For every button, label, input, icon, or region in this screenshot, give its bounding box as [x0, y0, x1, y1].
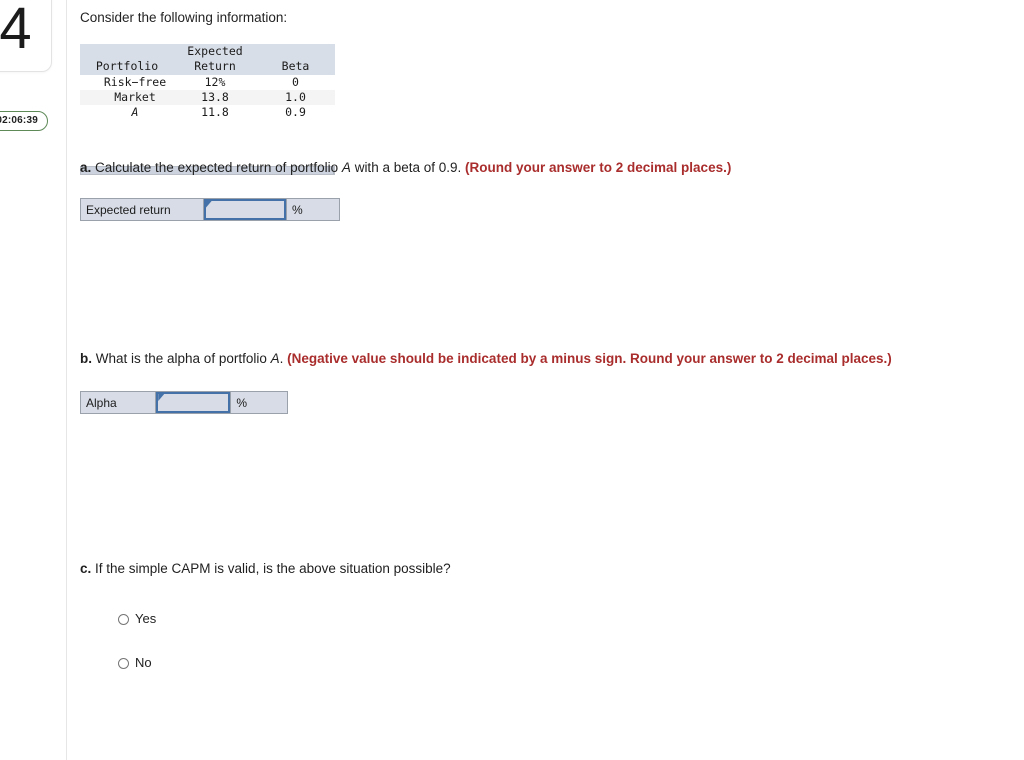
countdown-timer-badge: 02:06:39 [0, 111, 48, 131]
answer-unit-expected-return: % [286, 199, 339, 220]
question-c-text: c. If the simple CAPM is valid, is the a… [80, 559, 960, 578]
cell-expected-return: 11.8 [201, 105, 229, 119]
answer-widget-expected-return: Expected return % [80, 198, 340, 221]
column-header-beta: Beta [256, 44, 335, 75]
answer-label-alpha: Alpha [81, 392, 157, 413]
question-number-card: 4 [0, 0, 52, 72]
question-block-b: b. What is the alpha of portfolio A. (Ne… [80, 349, 960, 414]
cell-expected-return: 13.8 [174, 90, 256, 105]
column-header-beta-line2: Beta [281, 59, 310, 73]
expected-return-input[interactable] [203, 199, 286, 220]
question-number: 4 [0, 0, 32, 61]
answer-input-cell-expected-return[interactable] [203, 199, 287, 220]
radio-label-no[interactable]: No [135, 655, 152, 671]
answer-label-expected-return: Expected return [81, 199, 204, 220]
cell-beta: 0.9 [285, 105, 306, 119]
question-a-text-after: with a beta of 0.9. [350, 160, 466, 175]
question-b-text-after: . [279, 351, 288, 366]
cell-portfolio: A [131, 105, 139, 119]
cell-portfolio: Market [80, 90, 174, 105]
information-table-header-row: Portfolio Expected Return Beta [80, 44, 335, 75]
cell-expected-return: 12% [204, 75, 226, 89]
cell-portfolio: Risk−free [103, 75, 167, 89]
alpha-input[interactable] [156, 392, 231, 413]
question-block-c: c. If the simple CAPM is valid, is the a… [80, 559, 960, 670]
question-b-text-before: What is the alpha of portfolio [92, 351, 271, 366]
radio-option-no[interactable]: No [118, 655, 152, 671]
intro-text: Consider the following information: [80, 10, 288, 25]
question-b-text: b. What is the alpha of portfolio A. (Ne… [80, 349, 948, 368]
radio-option-yes[interactable]: Yes [118, 611, 156, 627]
question-a-italic-token: A [341, 160, 351, 175]
cell-beta: 0 [292, 75, 299, 89]
information-table-container: Portfolio Expected Return Beta Risk−free… [80, 44, 335, 175]
column-header-expected-return-line1: Expected [187, 44, 243, 58]
radio-input-yes[interactable] [118, 613, 129, 625]
question-a-label: a. [80, 160, 92, 175]
question-a-text: a. Calculate the expected return of port… [80, 158, 960, 177]
table-row: Market 13.8 1.0 [80, 90, 335, 105]
information-table-body: Risk−free 12% 0 Market 13.8 1.0 A 11.8 0… [80, 75, 335, 120]
table-row: A 11.8 0.9 [80, 105, 335, 120]
question-b-label: b. [80, 351, 92, 366]
question-b-emphasis: (Negative value should be indicated by a… [287, 351, 892, 366]
information-table: Portfolio Expected Return Beta Risk−free… [80, 44, 335, 120]
rail-divider [66, 0, 67, 760]
answer-unit-alpha: % [231, 392, 287, 413]
question-a-text-before: Calculate the expected return of portfol… [91, 160, 342, 175]
information-table-head: Portfolio Expected Return Beta [80, 44, 335, 75]
table-row: Risk−free 12% 0 [80, 75, 335, 90]
column-header-beta-line1 [256, 44, 335, 59]
column-header-portfolio-line1 [80, 44, 174, 59]
answer-input-cell-alpha[interactable] [156, 392, 232, 413]
column-header-expected-return-line2: Return [194, 59, 236, 73]
question-a-emphasis: (Round your answer to 2 decimal places.) [465, 160, 732, 175]
answer-widget-alpha: Alpha % [80, 391, 288, 414]
column-header-portfolio: Portfolio [80, 44, 174, 75]
radio-input-no[interactable] [118, 657, 129, 669]
question-b-italic-token: A [270, 351, 280, 366]
question-c-text-before: If the simple CAPM is valid, is the abov… [91, 561, 451, 576]
cell-beta: 1.0 [256, 90, 335, 105]
radio-label-yes[interactable]: Yes [135, 611, 156, 627]
column-header-portfolio-line2: Portfolio [95, 59, 159, 73]
left-rail: 4 02:06:39 [0, 0, 66, 760]
question-c-label: c. [80, 561, 92, 576]
question-block-a: a. Calculate the expected return of port… [80, 158, 960, 221]
column-header-expected-return: Expected Return [174, 44, 256, 75]
